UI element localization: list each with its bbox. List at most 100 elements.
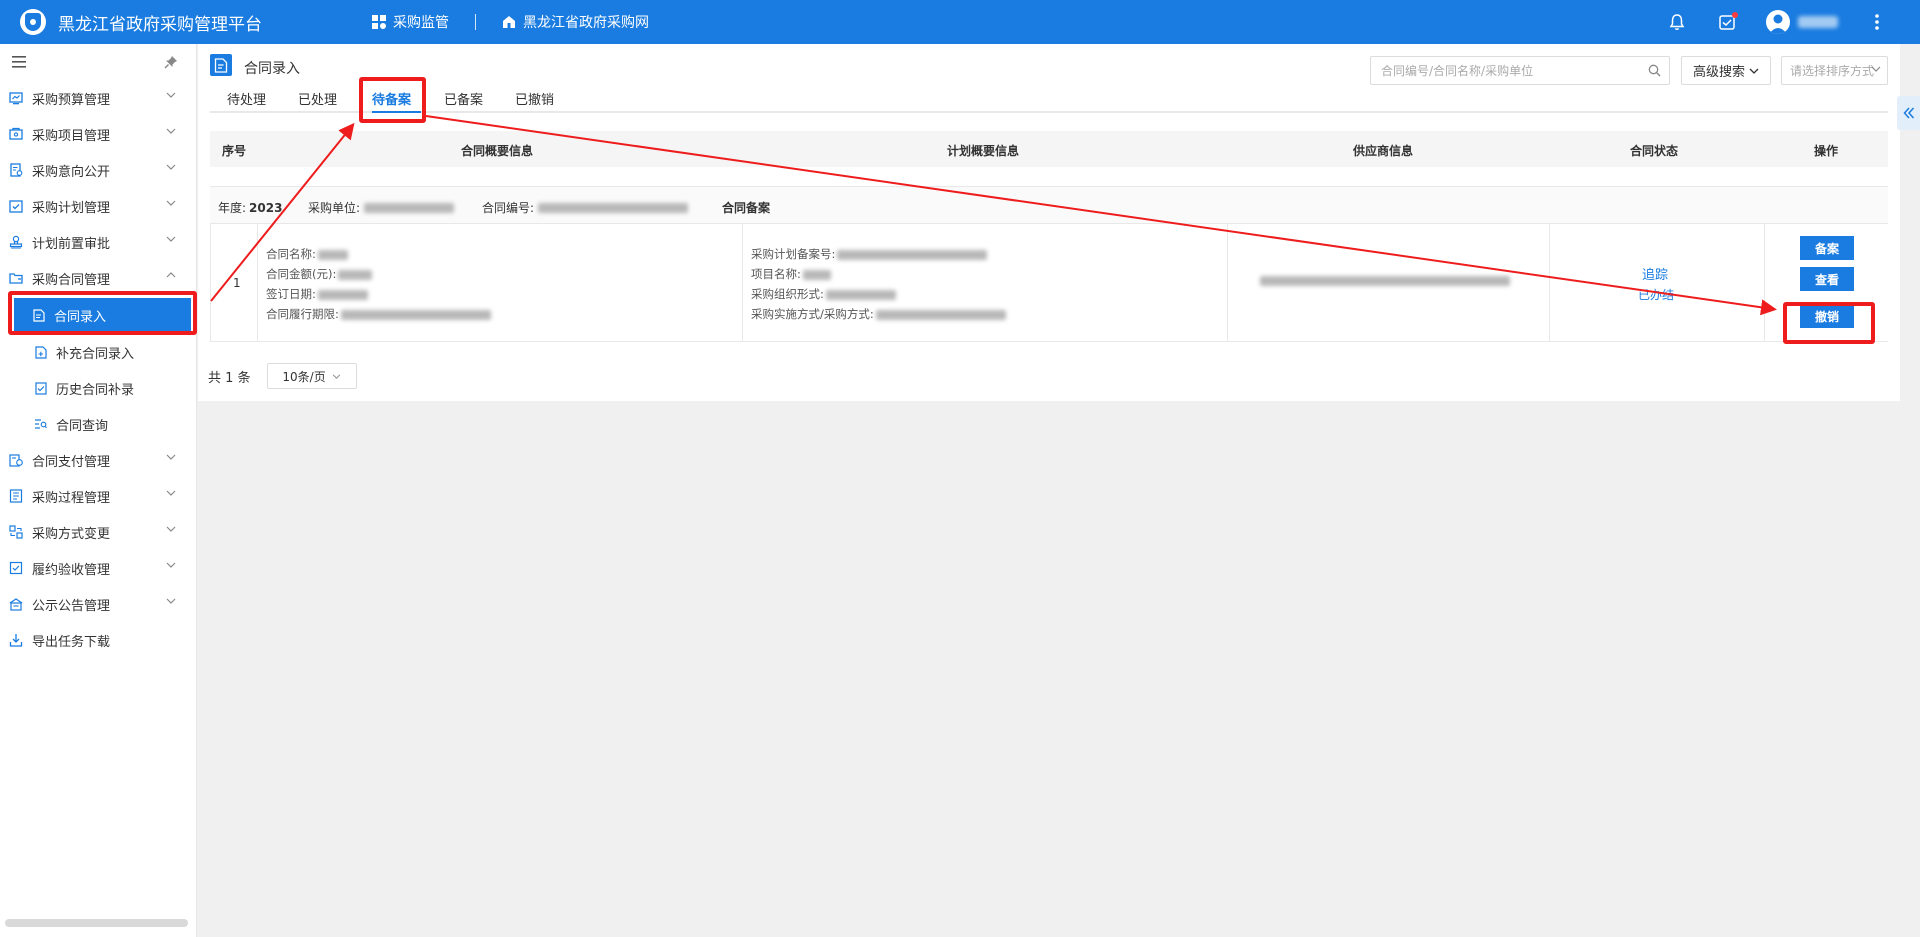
sidebar-item-contract[interactable]: 采购合同管理 — [0, 260, 196, 296]
chevron-down-icon — [166, 200, 176, 206]
sidebar-item-label: 导出任务下载 — [32, 634, 111, 650]
sidebar-scrollbar[interactable] — [5, 919, 188, 927]
sidebar-item-pre-approval[interactable]: 计划前置审批 — [0, 224, 196, 260]
document-edit-icon — [32, 308, 45, 322]
sidebar-subitem-contract-entry[interactable]: 合同录入 — [14, 298, 191, 332]
tab-filed[interactable]: 已备案 — [444, 89, 483, 108]
org-form-field: 采购组织形式: — [751, 286, 896, 302]
tab-revoked[interactable]: 已撤销 — [515, 89, 554, 108]
sidebar-item-export-download[interactable]: 导出任务下载 — [0, 622, 196, 658]
sidebar-item-label: 计划前置审批 — [32, 236, 111, 252]
contract-entry-icon — [210, 54, 232, 76]
search-icon[interactable] — [1648, 64, 1661, 77]
chevron-down-icon — [166, 490, 176, 496]
page-size-select[interactable]: 10条/页 — [266, 363, 357, 389]
sidebar-item-budget[interactable]: 采购预算管理 — [0, 80, 196, 116]
cell-contract-status: 追踪 已办结 — [1550, 224, 1765, 342]
sidebar-item-label: 公示公告管理 — [32, 598, 111, 614]
approval-icon — [9, 235, 23, 249]
notice-icon — [9, 598, 23, 611]
app-title: 黑龙江省政府采购管理平台 — [58, 14, 262, 35]
column-header-contract-status: 合同状态 — [1630, 144, 1679, 158]
main-content: 合同录入 高级搜索 请选择排序方式 待处理 已处理 待备案 已备案 已撤销 序号… — [198, 44, 1900, 401]
status-tabs: 待处理 已处理 待备案 已备案 已撤销 — [210, 85, 1888, 113]
supplier-name-redacted — [1260, 276, 1510, 286]
tab-processed[interactable]: 已处理 — [298, 89, 337, 108]
chevron-down-icon — [166, 92, 176, 98]
nav-label: 采购监管 — [393, 15, 449, 31]
code-value-redacted — [538, 202, 689, 213]
sidebar-item-notice[interactable]: 公示公告管理 — [0, 586, 196, 622]
sidebar-item-acceptance[interactable]: 履约验收管理 — [0, 550, 196, 586]
advanced-search-button[interactable]: 高级搜索 — [1681, 56, 1771, 85]
track-link[interactable]: 追踪 — [1642, 264, 1668, 283]
advanced-search-label: 高级搜索 — [1692, 65, 1745, 80]
hamburger-menu-icon[interactable] — [12, 56, 26, 68]
platform-logo — [20, 9, 46, 35]
chevron-down-icon — [166, 164, 176, 170]
plan-icon — [9, 200, 23, 213]
project-name-field: 项目名称: — [751, 266, 831, 282]
table-row: 1 合同名称: 合同金额(元): 签订日期: 合同履行期限: 采购计划备案号: … — [210, 224, 1888, 342]
bell-icon[interactable] — [1666, 11, 1688, 33]
sidebar-item-payment[interactable]: 合同支付管理 — [0, 442, 196, 478]
chevron-down-icon — [166, 598, 176, 604]
more-vertical-icon[interactable] — [1866, 11, 1888, 33]
tab-pending-filing[interactable]: 待备案 — [372, 89, 411, 108]
sidebar-item-plan[interactable]: 采购计划管理 — [0, 188, 196, 224]
chevron-down-icon — [166, 562, 176, 568]
sidebar-subitem-history-entry[interactable]: 历史合同补录 — [0, 370, 196, 406]
column-header-contract-info: 合同概要信息 — [461, 144, 534, 158]
nav-procurement-supervision[interactable]: 采购监管 — [372, 12, 449, 32]
process-icon — [9, 489, 23, 503]
sidebar-item-intention[interactable]: 采购意向公开 — [0, 152, 196, 188]
task-check-icon[interactable] — [1716, 11, 1738, 33]
list-search-icon — [35, 419, 47, 429]
sort-placeholder: 请选择排序方式 — [1790, 64, 1875, 78]
user-name-redacted — [1798, 16, 1838, 28]
page-title: 合同录入 — [244, 61, 300, 77]
chevron-up-icon — [166, 272, 176, 278]
pin-icon[interactable] — [164, 55, 178, 69]
total-count: 共 1 条 — [208, 370, 251, 386]
column-header-supplier-info: 供应商信息 — [1353, 144, 1414, 158]
search-input[interactable] — [1371, 63, 1639, 78]
sidebar-subitem-label: 历史合同补录 — [56, 382, 135, 398]
table-header: 序号 合同概要信息 计划概要信息 供应商信息 合同状态 操作 — [210, 131, 1888, 167]
document-check-icon — [34, 381, 47, 395]
view-button[interactable]: 查看 — [1800, 267, 1854, 291]
sidebar-subitem-supplement-entry[interactable]: 补充合同录入 — [0, 334, 196, 370]
row-index: 1 — [233, 276, 241, 290]
sidebar-subitem-contract-query[interactable]: 合同查询 — [0, 406, 196, 442]
sidebar-item-process[interactable]: 采购过程管理 — [0, 478, 196, 514]
nav-procurement-website[interactable]: 黑龙江省政府采购网 — [502, 12, 649, 32]
sidebar-item-label: 采购过程管理 — [32, 490, 111, 506]
sidebar-item-label: 采购计划管理 — [32, 200, 111, 216]
sidebar-item-label: 采购方式变更 — [32, 526, 111, 542]
nav-label: 黑龙江省政府采购网 — [523, 15, 649, 31]
cell-plan-info: 采购计划备案号: 项目名称: 采购组织形式: 采购实施方式/采购方式: — [743, 224, 1228, 342]
sidebar-subitem-label: 合同录入 — [54, 309, 107, 325]
search-box[interactable] — [1370, 56, 1670, 85]
chevron-down-icon — [332, 373, 340, 379]
user-menu[interactable] — [1766, 10, 1838, 34]
sidebar-item-label: 采购项目管理 — [32, 128, 111, 144]
contract-term-field: 合同履行期限: — [266, 306, 491, 322]
document-add-icon — [34, 345, 47, 359]
sort-select[interactable]: 请选择排序方式 — [1781, 56, 1888, 85]
tab-pending[interactable]: 待处理 — [227, 89, 266, 108]
revoke-button[interactable]: 撤销 — [1800, 304, 1854, 328]
change-icon — [9, 525, 23, 539]
page-size-label: 10条/页 — [282, 369, 326, 384]
contract-name-field: 合同名称: — [266, 246, 348, 262]
project-icon — [9, 127, 23, 140]
cell-supplier-info — [1228, 224, 1550, 342]
acceptance-icon — [9, 561, 23, 575]
user-avatar-icon — [1766, 10, 1790, 34]
sidebar-item-project[interactable]: 采购项目管理 — [0, 116, 196, 152]
file-button[interactable]: 备案 — [1800, 236, 1854, 260]
budget-icon — [9, 92, 23, 105]
sidebar-item-method-change[interactable]: 采购方式变更 — [0, 514, 196, 550]
collapse-panel-button[interactable] — [1897, 96, 1920, 130]
top-nav: 采购监管 黑龙江省政府采购网 — [372, 12, 649, 32]
